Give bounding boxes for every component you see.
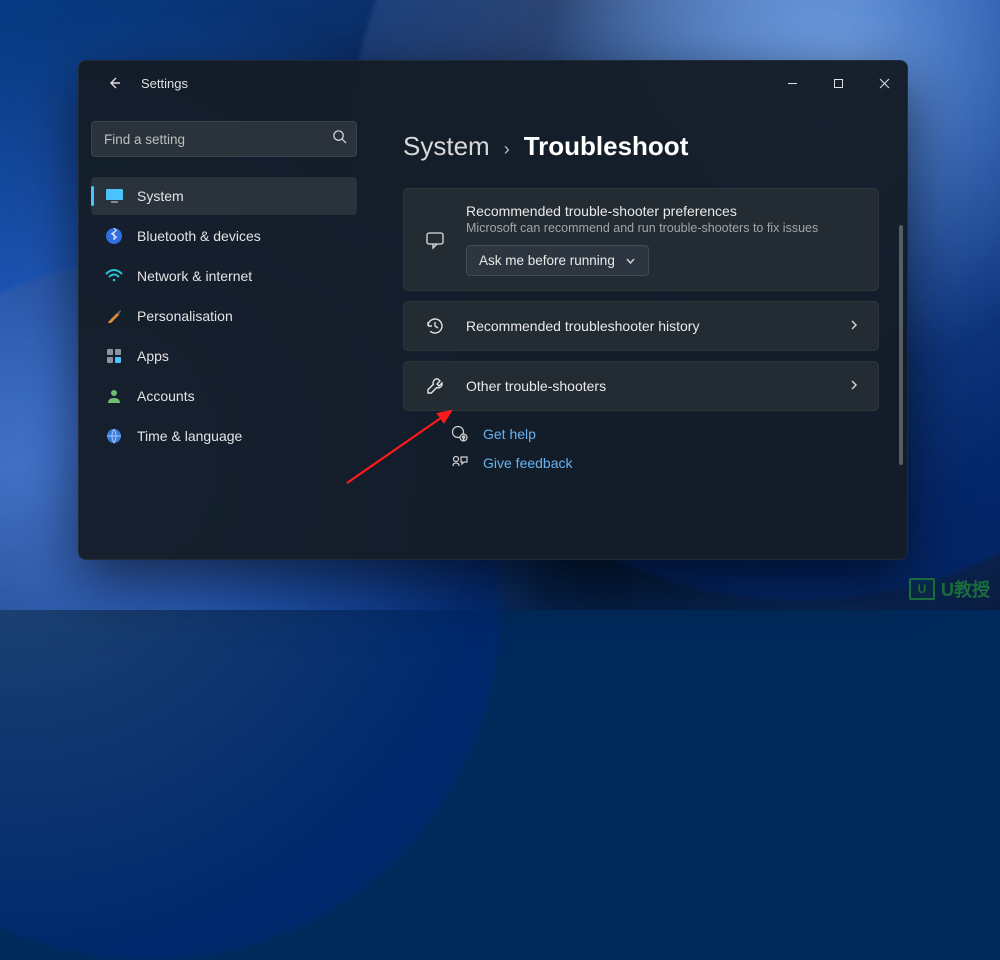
main-content: System › Troubleshoot Recommended troubl… — [369, 105, 907, 559]
link-feedback-row: Give feedback — [451, 454, 879, 471]
sidebar-item-label: Time & language — [137, 428, 242, 444]
sidebar-item-personalisation[interactable]: Personalisation — [91, 297, 357, 335]
card-other-troubleshooters[interactable]: Other trouble-shooters — [403, 361, 879, 411]
dropdown-value: Ask me before running — [479, 253, 615, 268]
card-troubleshooter-preferences: Recommended trouble-shooter preferences … — [403, 188, 879, 291]
titlebar: Settings — [79, 61, 907, 105]
settings-window: Settings — [78, 60, 908, 560]
back-button[interactable] — [97, 66, 131, 100]
page-title: Troubleshoot — [524, 131, 689, 162]
svg-text:?: ? — [462, 436, 465, 442]
history-icon — [422, 316, 448, 336]
help-icon: ? — [451, 425, 469, 442]
scrollbar-thumb[interactable] — [899, 225, 903, 465]
sidebar-item-label: System — [137, 188, 184, 204]
card-title: Recommended troubleshooter history — [466, 318, 830, 334]
brush-icon — [105, 307, 123, 325]
close-icon — [879, 78, 890, 89]
search-input[interactable] — [91, 121, 357, 157]
sidebar-item-bluetooth[interactable]: Bluetooth & devices — [91, 217, 357, 255]
sidebar-item-network[interactable]: Network & internet — [91, 257, 357, 295]
card-subtitle: Microsoft can recommend and run trouble-… — [466, 221, 860, 235]
wifi-icon — [105, 267, 123, 285]
breadcrumb: System › Troubleshoot — [403, 131, 879, 162]
link-give-feedback[interactable]: Give feedback — [483, 455, 573, 471]
sidebar-item-accounts[interactable]: Accounts — [91, 377, 357, 415]
bluetooth-icon — [105, 227, 123, 245]
maximize-button[interactable] — [815, 67, 861, 99]
maximize-icon — [833, 78, 844, 89]
link-get-help-row: ? Get help — [451, 425, 879, 442]
sidebar: System Bluetooth & devices Network & int… — [79, 105, 369, 559]
feedback-icon — [451, 454, 469, 471]
apps-icon — [105, 347, 123, 365]
wrench-icon — [422, 376, 448, 396]
sidebar-item-system[interactable]: System — [91, 177, 357, 215]
card-title: Other trouble-shooters — [466, 378, 830, 394]
watermark-text: U教授 — [941, 576, 990, 602]
window-controls — [769, 67, 907, 99]
close-button[interactable] — [861, 67, 907, 99]
arrow-left-icon — [106, 75, 122, 91]
minimize-icon — [787, 78, 798, 89]
footer-links: ? Get help Give feedback — [403, 425, 879, 471]
watermark: U U教授 — [909, 576, 990, 602]
sidebar-item-apps[interactable]: Apps — [91, 337, 357, 375]
time-lang-icon — [105, 427, 123, 445]
watermark-badge: U — [909, 578, 935, 600]
sidebar-item-time-language[interactable]: Time & language — [91, 417, 357, 455]
sidebar-nav: System Bluetooth & devices Network & int… — [91, 177, 357, 455]
chat-icon — [422, 230, 448, 250]
sidebar-item-label: Bluetooth & devices — [137, 228, 261, 244]
display-icon — [105, 187, 123, 205]
card-troubleshooter-history[interactable]: Recommended troubleshooter history — [403, 301, 879, 351]
scrollbar[interactable] — [899, 225, 903, 545]
card-title: Recommended trouble-shooter preferences — [466, 203, 860, 219]
window-title: Settings — [141, 76, 188, 91]
link-get-help[interactable]: Get help — [483, 426, 536, 442]
sidebar-item-label: Accounts — [137, 388, 195, 404]
sidebar-item-label: Apps — [137, 348, 169, 364]
preferences-dropdown[interactable]: Ask me before running — [466, 245, 649, 276]
account-icon — [105, 387, 123, 405]
chevron-right-icon — [848, 378, 860, 394]
chevron-right-icon: › — [504, 139, 510, 160]
sidebar-item-label: Personalisation — [137, 308, 233, 324]
search-container — [91, 121, 357, 157]
breadcrumb-parent[interactable]: System — [403, 131, 490, 162]
sidebar-item-label: Network & internet — [137, 268, 252, 284]
minimize-button[interactable] — [769, 67, 815, 99]
chevron-right-icon — [848, 318, 860, 334]
chevron-down-icon — [625, 255, 636, 266]
